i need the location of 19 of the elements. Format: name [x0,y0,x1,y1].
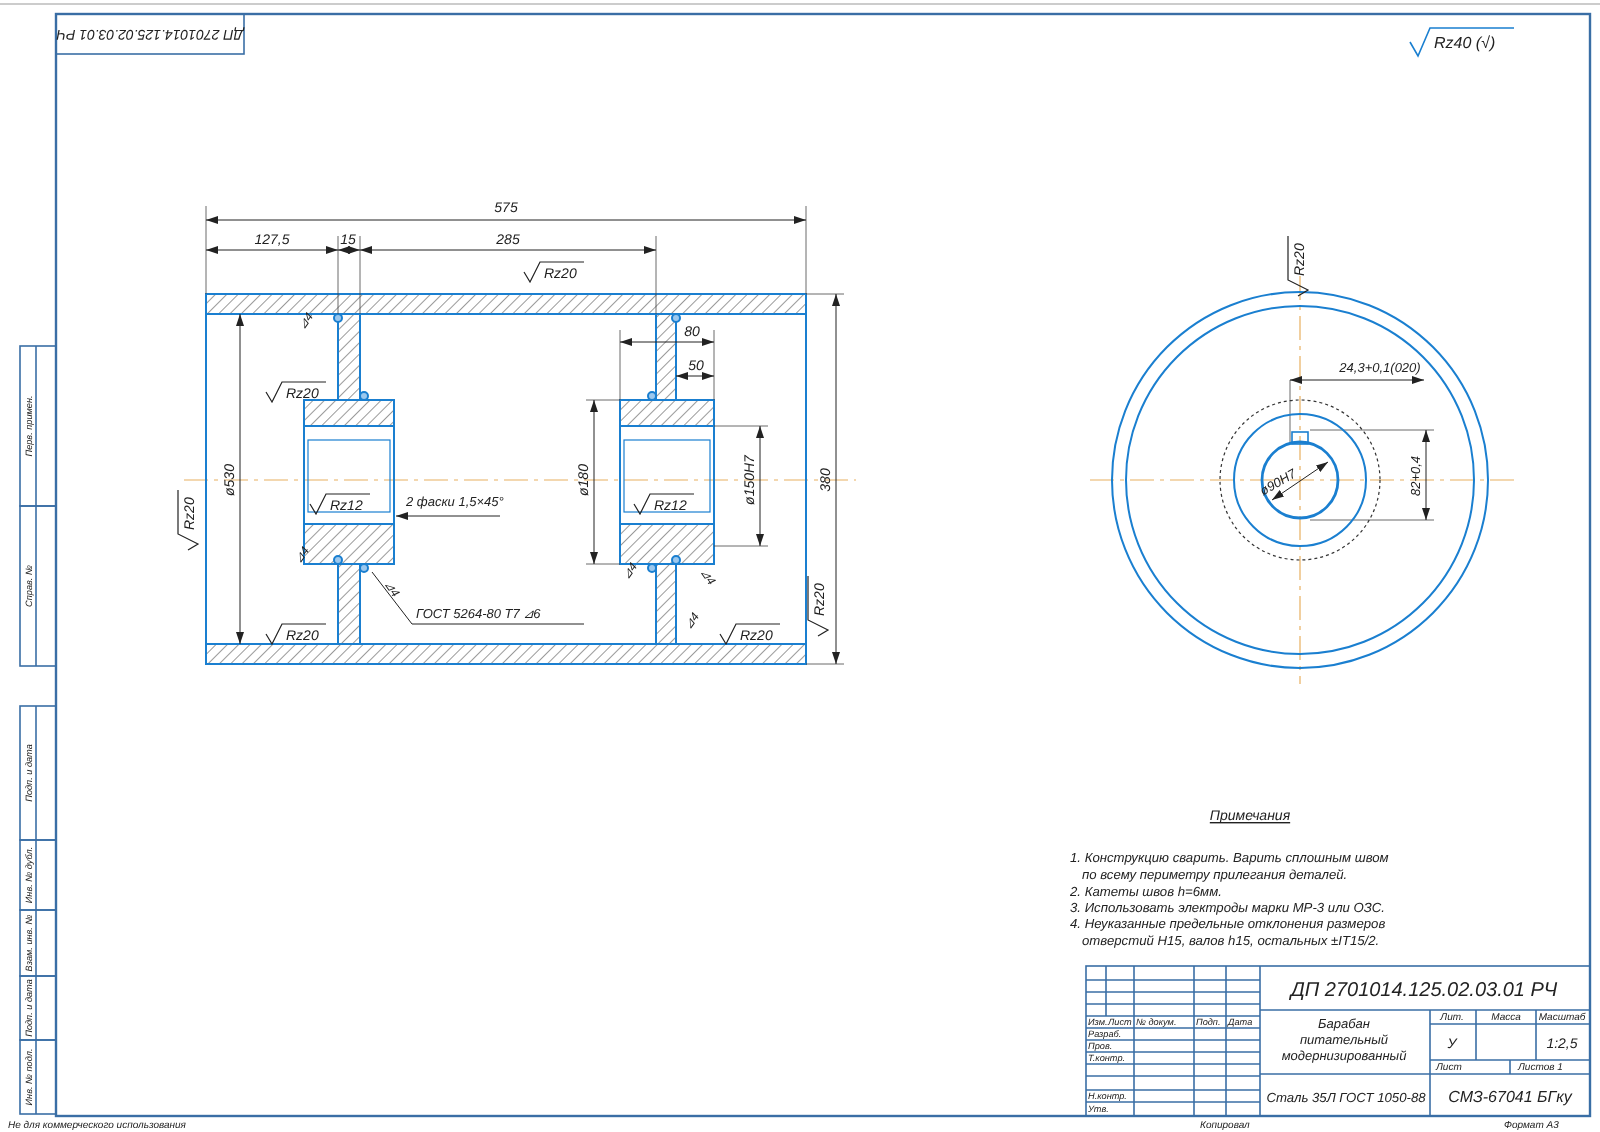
dimension-line [675,372,715,380]
roughness-symbol-icon [1287,235,1310,297]
roughness-symbol-icon [719,623,781,646]
roughness-symbol-icon [807,575,830,637]
organization-text: СМЗ-67041 БГку [1448,1088,1572,1106]
document-designation: ДП 2701014.125.02.03.01 РЧ [1290,980,1558,1002]
roughness-symbol-icon [309,493,371,516]
roughness-label: Rz40 (√) [1434,34,1496,52]
leader-line [395,512,501,520]
roughness-symbol-icon [265,623,327,646]
roughness-symbol-icon [1409,27,1515,58]
dimension-line [756,425,764,547]
roughness-symbol-icon [265,381,327,404]
dimension-line [619,338,715,346]
dimension-line [1289,376,1425,384]
dimension-line [1422,429,1430,521]
roughness-symbol-icon [177,489,200,551]
roughness-symbol-icon [633,493,695,516]
roughness-symbol-icon [523,261,585,284]
